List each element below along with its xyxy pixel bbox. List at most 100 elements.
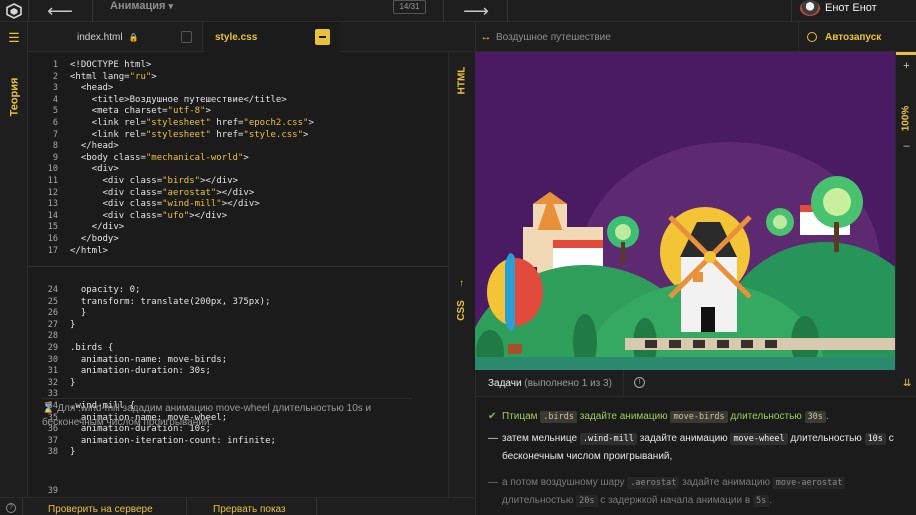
line-number: 38 xyxy=(47,447,58,458)
code-line[interactable]: </head> xyxy=(70,141,119,151)
dash-icon: — xyxy=(488,433,498,444)
code-line[interactable]: .birds { xyxy=(70,343,113,353)
line-number: 4 xyxy=(52,94,58,105)
line-number: 5 xyxy=(52,106,58,117)
line-number: 9 xyxy=(52,152,58,163)
collapse-panel-icon[interactable] xyxy=(315,29,330,45)
autorun-label: Автозапуск xyxy=(825,31,882,43)
code-line[interactable]: </body> xyxy=(70,234,119,244)
code-line[interactable]: } xyxy=(70,308,86,318)
code-line[interactable]: <link rel="stylesheet" href="epoch2.css"… xyxy=(70,118,314,128)
line-number: 24 xyxy=(47,285,58,295)
left-rail: ☰ Теория xyxy=(0,22,28,515)
line-number: 10 xyxy=(47,164,58,175)
user-menu[interactable]: Енот Енот xyxy=(800,0,877,16)
zoom-in-icon[interactable]: + xyxy=(896,60,916,72)
preview-title: Воздушное путешествие xyxy=(496,32,611,43)
code-line[interactable]: <div class="ufo"></div> xyxy=(70,211,228,221)
line-number: 16 xyxy=(47,234,58,244)
help-icon[interactable]: ? xyxy=(6,503,16,513)
course-title[interactable]: Анимация ▾ xyxy=(110,0,173,16)
css-panel-label[interactable]: CSS xyxy=(448,292,475,328)
code-line[interactable]: <div class="aerostat"></div> xyxy=(70,188,255,198)
expand-horizontal-icon[interactable]: ↔ xyxy=(476,22,496,52)
code-line[interactable]: </div> xyxy=(70,222,125,232)
line-number: 7 xyxy=(52,129,58,140)
zoom-out-icon[interactable]: – xyxy=(896,140,916,152)
next-step-arrow-icon[interactable]: ⟶ xyxy=(446,0,506,22)
user-name: Енот Енот xyxy=(825,2,877,14)
task-item: — затем мельнице .wind-mill задайте анима… xyxy=(488,430,908,465)
file-tabs: index.html 🔒 style.css xyxy=(28,22,475,52)
line-number: 39 xyxy=(47,486,58,496)
code-line[interactable]: } xyxy=(70,320,75,330)
tab-label: style.css xyxy=(215,31,258,43)
code-line[interactable]: </html> xyxy=(70,246,108,256)
editor-divider[interactable] xyxy=(28,266,475,267)
collapse-panel-icon[interactable] xyxy=(181,31,192,43)
zoom-level: 100% xyxy=(900,105,912,131)
bottom-bar: ? Проверить на сервере Прервать показ xyxy=(0,497,475,515)
stop-show-button[interactable]: Прервать показ xyxy=(213,504,286,515)
zoom-controls: + 100% – xyxy=(895,52,916,370)
code-line[interactable]: <body class="mechanical-world"> xyxy=(70,153,249,163)
arrow-up-icon[interactable]: ↑ xyxy=(448,278,475,289)
theory-toggle[interactable]: Теория xyxy=(2,62,26,132)
line-number: 3 xyxy=(52,83,58,94)
line-number: 32 xyxy=(47,377,58,388)
editor-side-strip xyxy=(448,52,475,497)
tasks-title: Задачи (выполнено 1 из 3) xyxy=(488,378,612,389)
previous-step-arrow-icon[interactable]: ⟵ xyxy=(30,0,90,22)
check-on-server-button[interactable]: Проверить на сервере xyxy=(48,504,153,515)
chevron-down-icon: ▾ xyxy=(168,1,173,11)
html-panel-label[interactable]: HTML xyxy=(448,60,475,100)
step-counter: 14/31 xyxy=(393,0,426,14)
code-line[interactable]: opacity: 0; xyxy=(70,285,141,295)
line-number: 15 xyxy=(47,222,58,233)
line-number: 12 xyxy=(47,187,58,198)
line-number: 2 xyxy=(52,71,58,82)
code-line[interactable]: <link rel="stylesheet" href="style.css"> xyxy=(70,130,309,140)
windmill-landscape-illustration xyxy=(475,52,895,370)
menu-icon[interactable]: ☰ xyxy=(0,30,28,46)
code-line[interactable]: <head> xyxy=(70,83,114,93)
line-number: 25 xyxy=(47,296,58,307)
code-line[interactable]: transform: translate(200px, 375px); xyxy=(70,297,271,307)
code-line[interactable]: <div> xyxy=(70,164,119,174)
logo-icon[interactable] xyxy=(0,0,28,22)
code-line[interactable]: animation-duration: 30s; xyxy=(70,366,211,376)
line-number: 17 xyxy=(47,245,58,256)
code-line[interactable]: <!DOCTYPE html> xyxy=(70,60,151,70)
tab-label: index.html xyxy=(77,31,123,43)
hourglass-icon: ⌛ xyxy=(42,403,55,414)
hint-text: ⌛ Для .wind-mill зададим анимацию move-w… xyxy=(42,398,412,440)
line-number: 27 xyxy=(47,319,58,330)
autorun-icon xyxy=(807,32,817,42)
avatar xyxy=(800,0,820,16)
code-line[interactable]: <div class="birds"></div> xyxy=(70,176,239,186)
theory-label: Теория xyxy=(8,77,21,117)
tab-style-css[interactable]: style.css xyxy=(204,22,340,52)
code-line[interactable]: <title>Воздушное путешествие</title> xyxy=(70,95,287,105)
line-number: 14 xyxy=(47,210,58,221)
line-number: 28 xyxy=(47,331,58,342)
code-line[interactable]: <div class="wind-mill"></div> xyxy=(70,199,260,209)
tasks-panel: Задачи (выполнено 1 из 3) ! ⇊ ✔ Птицам .b… xyxy=(475,370,916,515)
line-number: 1 xyxy=(52,60,58,70)
tasks-header: Задачи (выполнено 1 из 3) ! ⇊ xyxy=(476,370,916,397)
line-number: 6 xyxy=(52,118,58,128)
code-line[interactable]: animation-name: move-birds; xyxy=(70,355,227,365)
code-line[interactable]: } xyxy=(70,447,75,457)
code-line[interactable]: } xyxy=(70,378,75,388)
code-line[interactable]: <meta charset="utf-8"> xyxy=(70,106,211,116)
autorun-toggle[interactable]: Автозапуск xyxy=(798,22,898,52)
line-number: 29 xyxy=(47,343,58,353)
chevron-double-down-icon[interactable]: ⇊ xyxy=(903,378,911,389)
tab-index-html[interactable]: index.html 🔒 xyxy=(28,22,203,52)
line-number: 13 xyxy=(47,199,58,210)
dash-icon: — xyxy=(488,477,498,488)
info-icon[interactable]: ! xyxy=(634,377,645,388)
line-number: 26 xyxy=(47,308,58,319)
code-line[interactable]: <html lang="ru"> xyxy=(70,72,157,82)
tasks-progress: (выполнено 1 из 3) xyxy=(524,378,612,389)
